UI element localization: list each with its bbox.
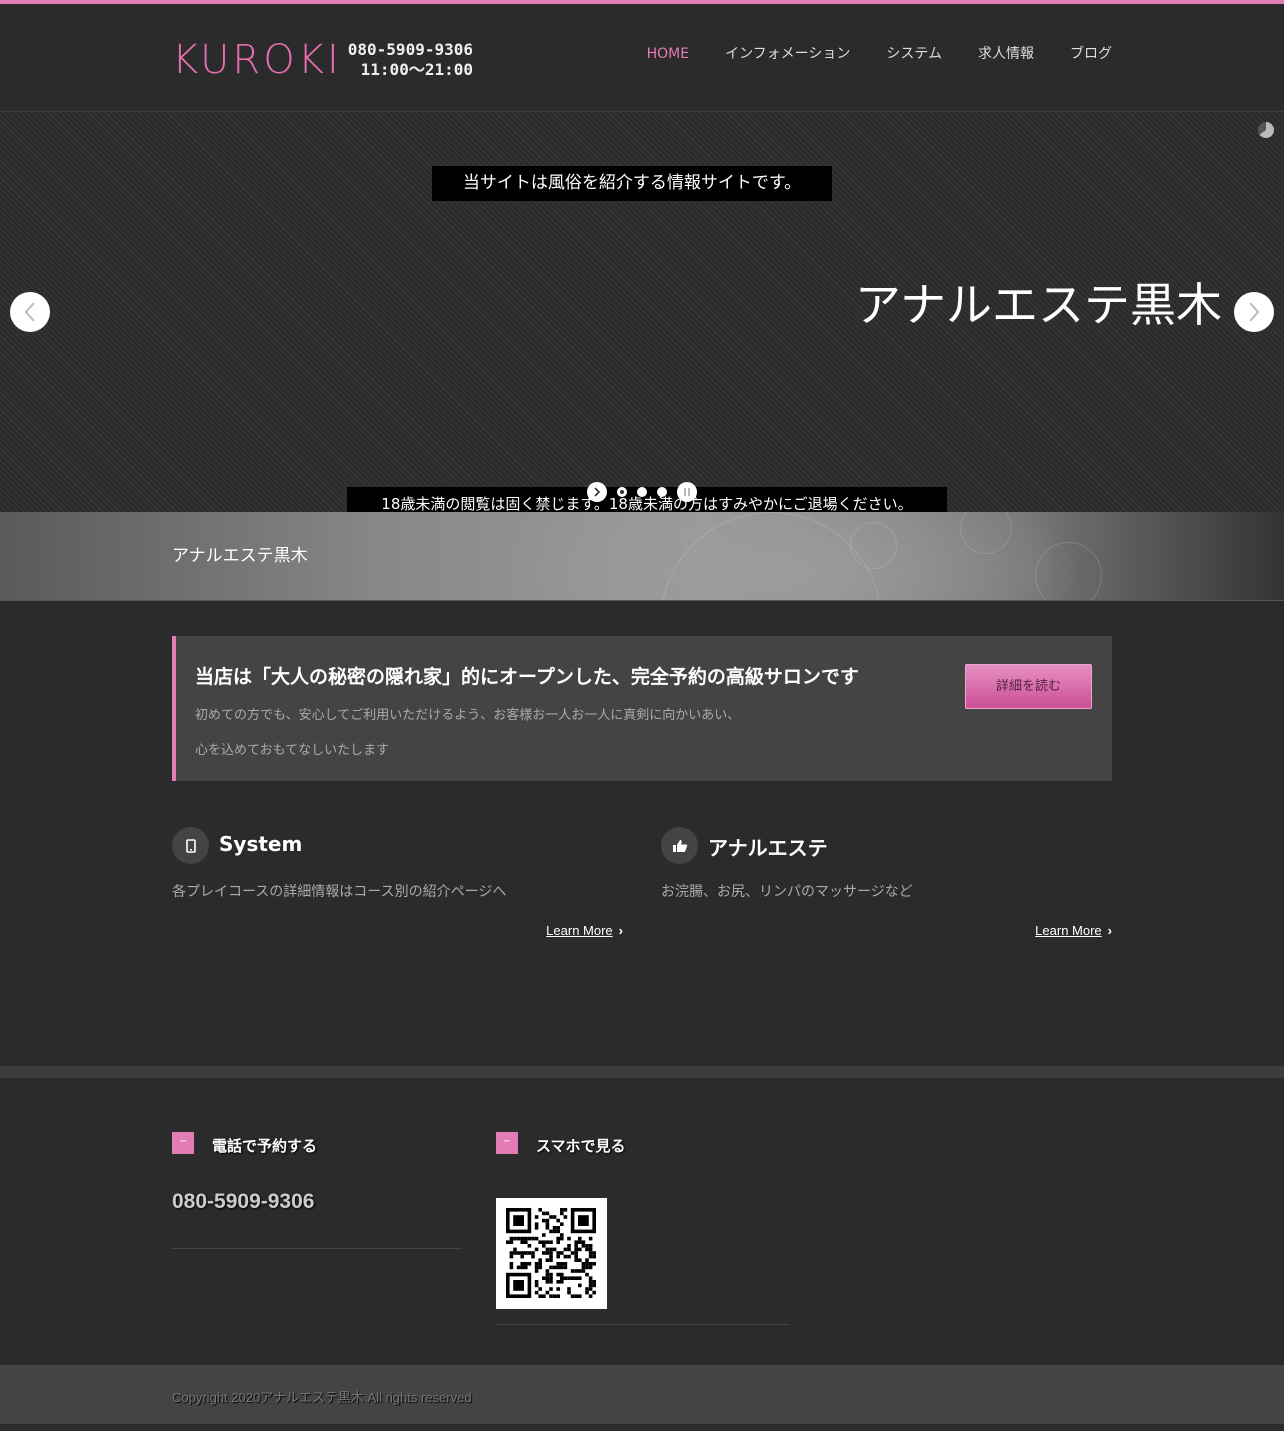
- main-nav: HOME インフォメーション システム 求人情報 ブログ: [611, 0, 1112, 111]
- site-header: KUROKI 080-5909-9306 11:00〜21:00 HOME イン…: [0, 0, 1284, 112]
- intro-callout: 当店は「大人の秘密の隠れ家」的にオープンした、完全予約の高級サロンです 初めての…: [172, 636, 1112, 781]
- chevron-right-icon: ›: [1107, 923, 1112, 938]
- feature-title: System: [219, 832, 303, 856]
- minus-icon: −: [172, 1132, 194, 1154]
- footer-separator: [0, 1066, 1284, 1078]
- banner-title: アナルエステ黒木: [172, 546, 308, 566]
- banner-bubble: [660, 512, 882, 600]
- feature-system: System 各プレイコースの詳細情報はコース別の紹介ページへ Learn Mo…: [172, 826, 623, 946]
- read-more-button[interactable]: 詳細を読む: [965, 664, 1092, 709]
- site-logo[interactable]: KUROKI: [172, 40, 342, 80]
- feature-title: アナルエステ: [708, 836, 828, 860]
- chevron-right-icon: ›: [618, 923, 623, 938]
- footer-widgets: − 電話で予約する 080-5909-9306 − スマホで見る: [0, 1078, 1284, 1365]
- hero-slider: 当サイトは風俗を紹介する情報サイトです。 アナルエステ黒木 18歳未満の閲覧は固…: [0, 112, 1284, 512]
- banner-bubble: [850, 522, 897, 569]
- slider-next-button[interactable]: [1234, 292, 1274, 332]
- nav-home[interactable]: HOME: [646, 0, 690, 111]
- callout-heading: 当店は「大人の秘密の隠れ家」的にオープンした、完全予約の高級サロンです: [195, 666, 859, 688]
- slider-dot-1[interactable]: [617, 487, 627, 497]
- widget-phone: − 電話で予約する 080-5909-9306: [172, 1132, 462, 1252]
- nav-information[interactable]: インフォメーション: [725, 4, 850, 111]
- play-icon: [594, 487, 601, 497]
- copyright-text: Copyright 2020アナルエステ黒木 All rights reserv…: [172, 1390, 472, 1405]
- feature-text: 各プレイコースの詳細情報はコース別の紹介ページへ: [172, 884, 507, 900]
- slide-timer-icon: [1258, 122, 1274, 138]
- tablet-icon: [172, 827, 209, 864]
- slider-dot-2[interactable]: [637, 487, 647, 497]
- widget-mobile: − スマホで見る: [496, 1132, 789, 1332]
- thumbs-up-icon: [661, 827, 698, 864]
- header-phone: 080-5909-9306: [347, 40, 473, 59]
- copyright-bar: Copyright 2020アナルエステ黒木 All rights reserv…: [0, 1365, 1284, 1424]
- learn-more-label: Learn More: [1035, 923, 1102, 938]
- widget-divider: [496, 1324, 789, 1325]
- header-hours: 11:00〜21:00: [360, 60, 473, 79]
- banner-bubble: [1035, 542, 1102, 600]
- qr-code: [496, 1198, 607, 1309]
- slider-pause-button[interactable]: [677, 482, 697, 502]
- widget-title: 電話で予約する: [212, 1137, 318, 1155]
- slider-pagination: [587, 482, 697, 502]
- pause-icon: [684, 488, 690, 496]
- footer-phone[interactable]: 080-5909-9306: [172, 1190, 314, 1214]
- page-banner: アナルエステ黒木: [0, 512, 1284, 601]
- feature-anal-esthe: アナルエステ お浣腸、お尻、リンパのマッサージなど Learn More ›: [661, 826, 1112, 946]
- slider-play-button[interactable]: [587, 482, 607, 502]
- widget-divider: [172, 1248, 462, 1249]
- nav-blog[interactable]: ブログ: [1070, 4, 1112, 111]
- slide-title: アナルエステ黒木: [854, 278, 1222, 332]
- nav-system[interactable]: システム: [886, 4, 942, 111]
- learn-more-link[interactable]: Learn More ›: [1035, 923, 1112, 938]
- learn-more-link[interactable]: Learn More ›: [546, 923, 623, 938]
- slider-prev-button[interactable]: [10, 292, 50, 332]
- slider-dot-3[interactable]: [657, 487, 667, 497]
- header-contact: 080-5909-9306 11:00〜21:00: [342, 40, 473, 80]
- widget-title: スマホで見る: [536, 1137, 626, 1155]
- slide-caption-top: 当サイトは風俗を紹介する情報サイトです。: [432, 166, 832, 201]
- callout-text-line: 心を込めておもてなしいたします: [195, 743, 390, 758]
- chevron-right-icon: [1249, 302, 1260, 322]
- callout-text: 初めての方でも、安心してご利用いただけるよう、お客様お一人お一人に真剣に向かいあ…: [195, 698, 835, 768]
- feature-text: お浣腸、お尻、リンパのマッサージなど: [661, 884, 913, 900]
- learn-more-label: Learn More: [546, 923, 613, 938]
- chevron-left-icon: [24, 302, 35, 322]
- callout-text-line: 初めての方でも、安心してご利用いただけるよう、お客様お一人お一人に真剣に向かいあ…: [195, 708, 741, 723]
- banner-bubble: [960, 512, 1012, 554]
- minus-icon: −: [496, 1132, 518, 1154]
- nav-recruit[interactable]: 求人情報: [978, 4, 1034, 111]
